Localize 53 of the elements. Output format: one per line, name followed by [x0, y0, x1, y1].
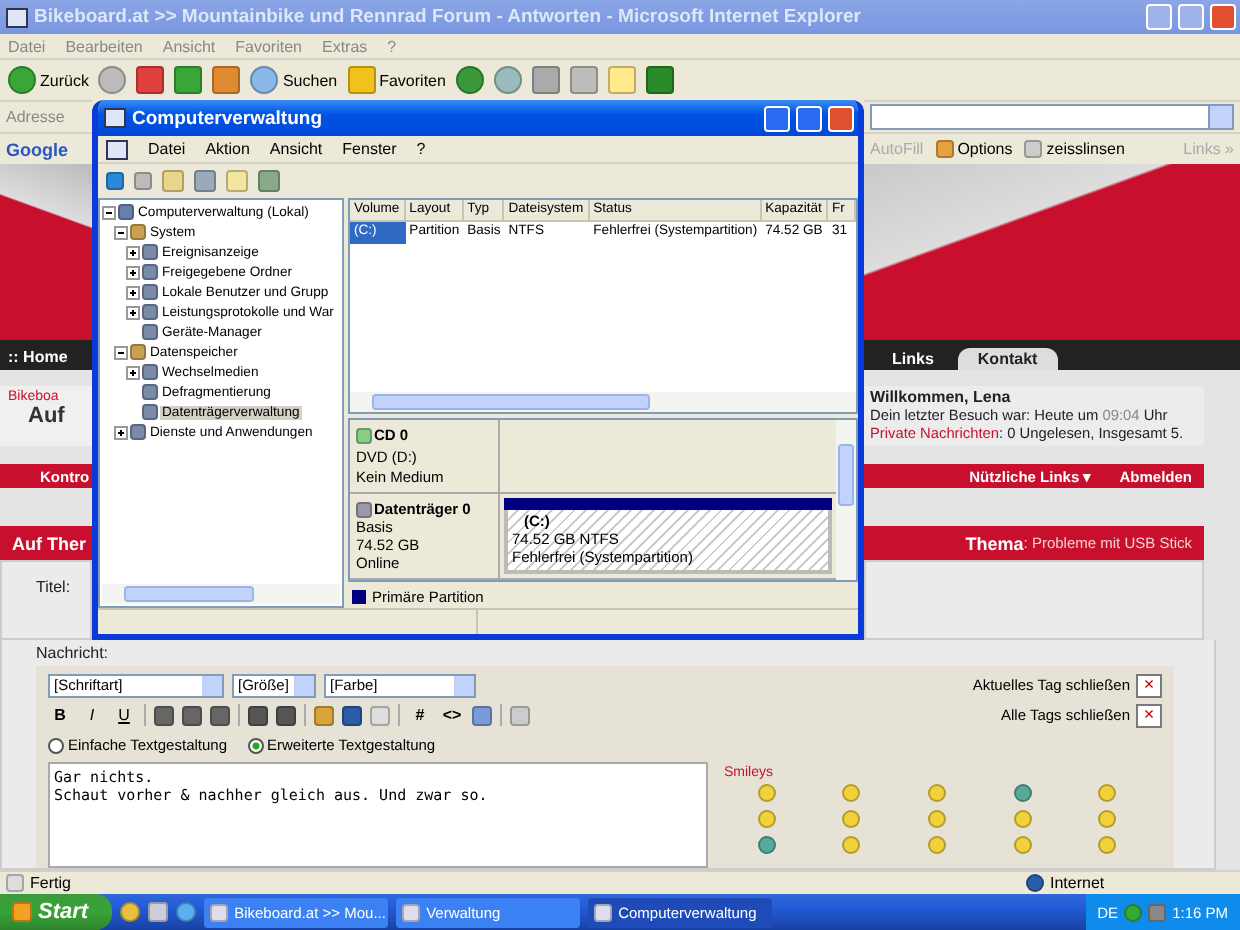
message-label: Nachricht: [36, 644, 111, 662]
close-tag-button[interactable]: × [1136, 673, 1162, 697]
plus-icon[interactable] [126, 265, 140, 279]
maximize-button[interactable] [796, 105, 822, 131]
format-button[interactable]: U [112, 703, 136, 727]
page-heading: Auf [26, 404, 67, 428]
menu-item[interactable]: Datei [148, 140, 186, 158]
title-label: Titel: [36, 578, 73, 596]
scrollbar[interactable] [836, 420, 856, 580]
topic-heading: Auf Ther [12, 533, 86, 553]
plus-icon[interactable] [126, 245, 140, 259]
address-label: Adresse [6, 108, 65, 126]
plus-icon[interactable] [114, 425, 128, 439]
legend-swatch [352, 590, 366, 604]
format-button[interactable]: B [48, 703, 72, 727]
window-title: Computerverwaltung [132, 107, 325, 129]
format-button[interactable]: # [408, 703, 432, 727]
minus-icon[interactable] [114, 345, 128, 359]
nav-tab[interactable]: Kontakt [957, 348, 1058, 370]
menu-item[interactable]: ? [416, 140, 426, 158]
plus-icon[interactable] [126, 285, 140, 299]
status-text: Fertig [30, 874, 71, 892]
toolbar-button[interactable]: Suchen [250, 64, 338, 96]
google-logo[interactable]: Google [6, 139, 68, 159]
menu-item[interactable]: Fenster [342, 140, 397, 158]
close-button[interactable] [1210, 4, 1236, 30]
radio-button[interactable] [48, 737, 64, 753]
nav-link[interactable]: :: Home [8, 344, 68, 370]
format-button[interactable]: I [80, 703, 104, 727]
plus-icon[interactable] [126, 305, 140, 319]
minimize-button[interactable] [1146, 4, 1172, 30]
minus-icon[interactable] [102, 205, 116, 219]
menu-item[interactable]: Ansicht [269, 140, 323, 158]
topic-label: Thema [965, 533, 1024, 553]
welcome-title: Willkommen, Lena [870, 388, 1013, 406]
toolbar-button[interactable]: Zurück [8, 64, 89, 96]
window-title: Bikeboard.at >> Mountainbike und Rennrad Forum - Antworten - Microsoft Internet Explorer [34, 6, 863, 28]
scrollbar[interactable] [102, 584, 340, 604]
plus-icon[interactable] [126, 365, 140, 379]
toolbar-button[interactable]: Favoriten [347, 64, 446, 96]
menu-item[interactable]: Aktion [205, 140, 250, 158]
minus-icon[interactable] [114, 225, 128, 239]
address-field[interactable] [870, 104, 1234, 130]
format-button[interactable]: <> [440, 703, 464, 727]
zone-text: Internet [1050, 874, 1105, 892]
radio-button[interactable] [247, 737, 264, 753]
scrollbar[interactable] [350, 392, 856, 412]
restore-button[interactable] [1178, 4, 1204, 30]
close-tag-button[interactable]: × [1136, 703, 1162, 727]
toolbar-button[interactable]: zeisslinsen [1024, 140, 1125, 158]
close-button[interactable] [828, 105, 854, 131]
minimize-button[interactable] [764, 105, 790, 131]
toolbar-button[interactable]: Options [935, 140, 1013, 158]
